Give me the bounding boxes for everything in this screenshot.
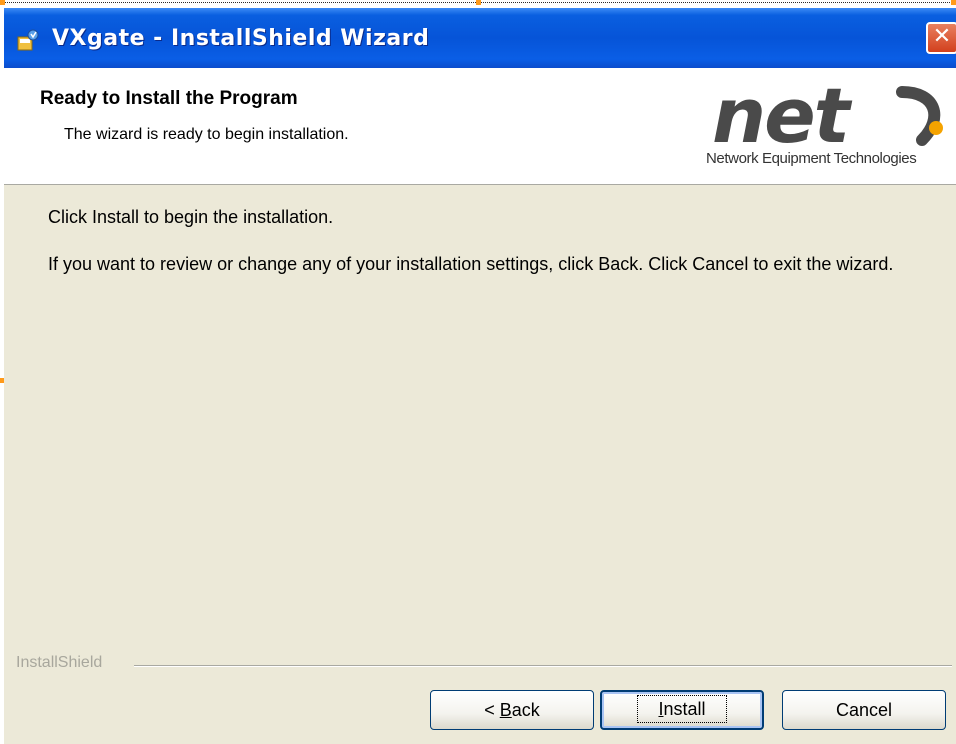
- logo-swoosh: [896, 86, 941, 146]
- logo-tagline: Network Equipment Technologies: [706, 150, 917, 167]
- info-text: If you want to review or change any of y…: [48, 254, 894, 274]
- install-button[interactable]: Install: [600, 690, 764, 730]
- footer-separator: [134, 665, 952, 667]
- cancel-label: Cancel: [835, 700, 893, 720]
- logo-wordmark: net: [712, 78, 853, 160]
- install-rest: nstall: [663, 699, 706, 719]
- installer-window: VXgate - InstallShield Wizard ✕ Ready to…: [4, 8, 956, 744]
- instruction-text: Click Install to begin the installation.: [48, 207, 334, 227]
- resize-handle[interactable]: [476, 0, 481, 5]
- header-panel: Ready to Install the Program The wizard …: [4, 68, 956, 185]
- logo-dot: [929, 121, 943, 135]
- close-icon: ✕: [932, 24, 952, 49]
- back-prefix: <: [484, 700, 500, 720]
- page-subtitle: The wizard is ready to begin installatio…: [64, 126, 349, 143]
- cancel-button[interactable]: Cancel: [782, 690, 946, 730]
- title-bar[interactable]: VXgate - InstallShield Wizard ✕: [4, 8, 956, 68]
- page-title: Ready to Install the Program: [40, 88, 298, 109]
- resize-handle[interactable]: [0, 0, 5, 5]
- close-button[interactable]: ✕: [926, 22, 956, 54]
- installer-icon: [17, 29, 39, 51]
- content-area: Click Install to begin the installation.…: [4, 185, 956, 655]
- install-focus-rect: Install: [637, 695, 727, 723]
- installshield-brand: InstallShield: [16, 654, 109, 672]
- back-mnemonic: B: [499, 700, 512, 720]
- window-title: VXgate - InstallShield Wizard: [52, 26, 430, 51]
- back-rest: ack: [511, 700, 540, 720]
- back-button[interactable]: < Back: [430, 690, 594, 730]
- resize-handle[interactable]: [951, 0, 956, 5]
